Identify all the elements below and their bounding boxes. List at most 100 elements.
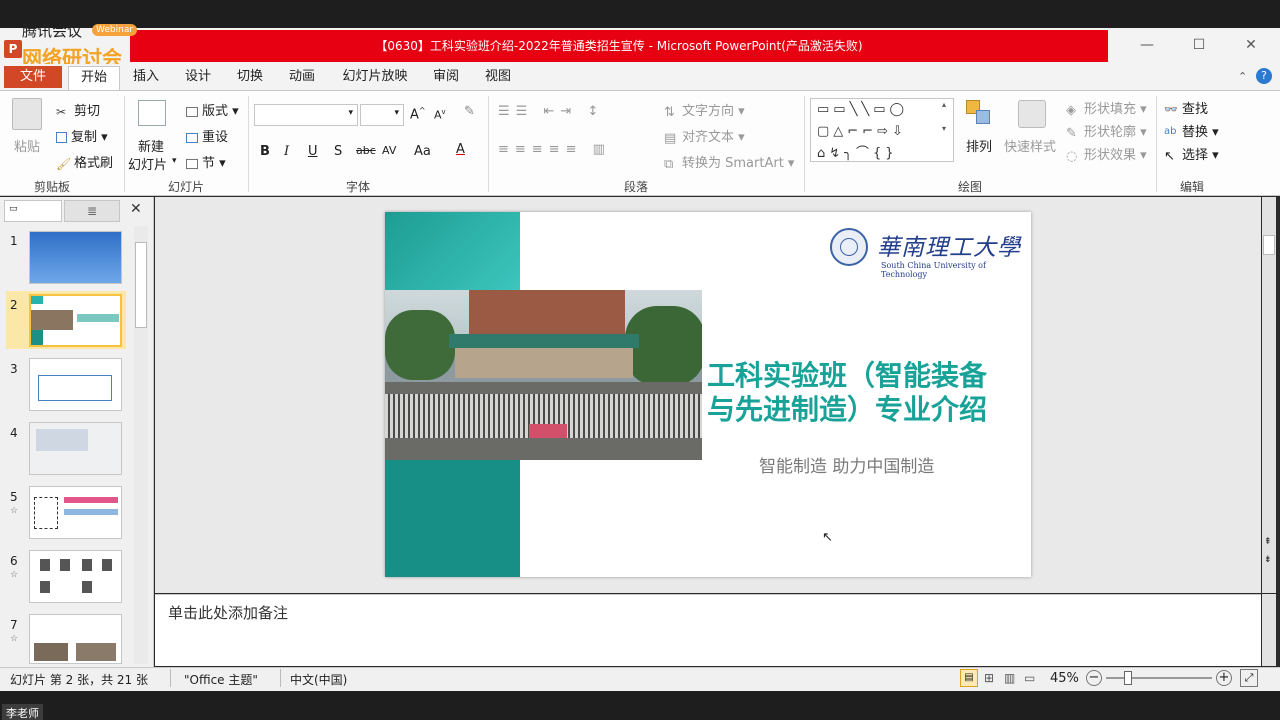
replace-icon: ab	[1164, 125, 1177, 137]
find-button[interactable]: 👓 查找	[1164, 98, 1208, 117]
zoom-level[interactable]: 45%	[1050, 671, 1079, 686]
teal-block-bottom	[385, 460, 520, 577]
animation-icon: ☆	[10, 506, 19, 516]
new-slide-label-1[interactable]: 新建	[138, 136, 164, 155]
shape-outline-label: 形状轮廓	[1084, 125, 1137, 140]
align-text-label: 对齐文本	[682, 130, 735, 145]
select-button[interactable]: ↖ 选择 ▾	[1164, 144, 1219, 164]
slide-thumbnail-6[interactable]	[29, 550, 122, 603]
editor-scrollbar[interactable]: ⇞ ⇟	[1262, 197, 1276, 593]
notes-scrollbar[interactable]	[1262, 594, 1276, 666]
scroll-up-icon[interactable]: ▴	[942, 100, 946, 109]
tab-slides[interactable]: ▭	[4, 200, 62, 222]
prev-slide-icon[interactable]: ⇞	[1264, 537, 1272, 547]
layout-button[interactable]: 版式 ▾	[186, 100, 239, 119]
university-name-en: South China University of Technology	[881, 261, 986, 279]
list-buttons-icon[interactable]: ☰☰ ⇤⇥ ↕	[498, 104, 604, 119]
strikethrough-button[interactable]: abc	[356, 144, 376, 157]
replace-button[interactable]: ab 替换 ▾	[1164, 121, 1219, 140]
notes-pane[interactable]	[155, 594, 1261, 666]
bold-button[interactable]: B	[260, 144, 270, 159]
tab-design[interactable]: 设计	[176, 66, 220, 90]
scrollbar-thumb[interactable]	[1263, 235, 1275, 255]
shape-effects-button[interactable]: ◌ 形状效果 ▾	[1066, 144, 1147, 164]
smartart-button[interactable]: ⧉ 转换为 SmartArt ▾	[664, 152, 794, 172]
reset-button[interactable]: 重设	[186, 126, 228, 145]
reset-icon	[186, 132, 198, 143]
slide-thumbnail-3[interactable]	[29, 358, 122, 411]
help-icon[interactable]: ?	[1256, 68, 1272, 84]
font-group-label: 字体	[345, 180, 370, 194]
current-slide[interactable]: 華南理工大學 South China University of Technol…	[385, 212, 1031, 577]
slideshow-view-icon[interactable]: ▭	[1024, 671, 1035, 685]
grow-font-icon[interactable]: A^	[410, 106, 426, 122]
tab-review[interactable]: 审阅	[424, 66, 468, 90]
collapse-ribbon-icon[interactable]: ⌃	[1238, 70, 1247, 83]
section-button[interactable]: 节 ▾	[186, 152, 226, 171]
tab-file[interactable]: 文件	[4, 66, 62, 88]
align-buttons-icon[interactable]: ≡≡≡≡≡ ▥	[498, 142, 611, 157]
scrollbar-thumb[interactable]	[135, 242, 147, 328]
slide-thumbnail-5[interactable]	[29, 486, 122, 539]
tab-transitions[interactable]: 切换	[228, 66, 272, 90]
tab-outline[interactable]: ≣	[64, 200, 120, 222]
underline-button[interactable]: U	[308, 144, 318, 159]
maximize-button[interactable]: ☐	[1174, 30, 1224, 60]
chevron-down-icon[interactable]: ▾	[172, 156, 177, 166]
italic-button[interactable]: I	[284, 144, 289, 159]
tab-slideshow[interactable]: 幻灯片放映	[334, 66, 416, 90]
tab-insert[interactable]: 插入	[124, 66, 168, 90]
new-slide-icon[interactable]	[138, 100, 166, 126]
normal-view-icon[interactable]: ▤	[960, 669, 978, 687]
zoom-slider-thumb[interactable]	[1124, 671, 1132, 685]
scroll-down-icon[interactable]: ▾	[942, 124, 946, 133]
tab-view[interactable]: 视图	[476, 66, 520, 90]
tab-animations[interactable]: 动画	[280, 66, 324, 90]
text-direction-button[interactable]: ⇅ 文字方向 ▾	[664, 100, 745, 120]
cut-button[interactable]: ✂ 剪切	[56, 100, 100, 119]
next-slide-icon[interactable]: ⇟	[1264, 555, 1272, 565]
reading-view-icon[interactable]: ▥	[1004, 671, 1015, 685]
new-slide-label-2[interactable]: 幻灯片	[128, 154, 167, 173]
zoom-in-button[interactable]: +	[1216, 670, 1232, 686]
tab-home[interactable]: 开始	[68, 66, 120, 90]
theme-status[interactable]: "Office 主题"	[184, 671, 258, 688]
slide-sorter-icon[interactable]: ⊞	[984, 671, 994, 685]
slide-thumbnail-2[interactable]	[29, 294, 122, 347]
font-name-select[interactable]: ▾	[254, 104, 358, 126]
format-painter-button[interactable]: 🖌 格式刷	[56, 152, 113, 171]
shadow-button[interactable]: S	[334, 144, 342, 159]
arrange-icon[interactable]	[966, 100, 992, 126]
change-case-button[interactable]: Aa	[414, 144, 431, 159]
slide-thumbnail-1[interactable]	[29, 231, 122, 284]
slide-thumbnail-7[interactable]	[29, 614, 122, 664]
clear-format-icon[interactable]: ✎	[464, 104, 475, 119]
paste-icon[interactable]	[12, 98, 42, 130]
arrange-button[interactable]: 排列	[966, 136, 992, 155]
char-spacing-button[interactable]: AV	[382, 144, 396, 157]
shape-outline-button[interactable]: ✎ 形状轮廓 ▾	[1066, 121, 1147, 141]
animation-icon: ☆	[10, 570, 19, 580]
replace-label: 替换	[1182, 125, 1209, 140]
shape-fill-button[interactable]: ◈ 形状填充 ▾	[1066, 98, 1147, 118]
quick-styles-button[interactable]: 快速样式	[1004, 136, 1056, 155]
close-pane-icon[interactable]: ✕	[130, 201, 142, 217]
align-text-button[interactable]: ▤ 对齐文本 ▾	[664, 126, 745, 146]
paste-button[interactable]: 粘贴	[14, 136, 40, 155]
shapes-gallery[interactable]: ▭▭╲╲▭◯ ▢△⌐⌐⇨⇩ ⌂↯╮⌒{}	[810, 98, 954, 162]
close-button[interactable]: ✕	[1226, 30, 1276, 60]
thumbnail-scrollbar[interactable]	[134, 226, 148, 664]
zoom-slider[interactable]	[1106, 677, 1212, 679]
font-color-button[interactable]: A	[456, 142, 465, 157]
minimize-button[interactable]: —	[1122, 30, 1172, 60]
language-status[interactable]: 中文(中国)	[290, 671, 347, 688]
fit-to-window-icon[interactable]: ⤢	[1240, 669, 1258, 687]
copy-button[interactable]: 复制 ▾	[56, 126, 108, 145]
shrink-font-icon[interactable]: Av	[434, 108, 446, 122]
slide-thumbnail-4[interactable]	[29, 422, 122, 475]
zoom-out-button[interactable]: −	[1086, 670, 1102, 686]
quick-styles-icon[interactable]	[1018, 100, 1046, 128]
notes-placeholder[interactable]: 单击此处添加备注	[168, 602, 288, 623]
select-label: 选择	[1182, 148, 1209, 163]
font-size-select[interactable]: ▾	[360, 104, 404, 126]
